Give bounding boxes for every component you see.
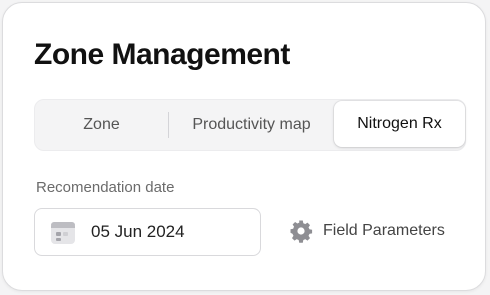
page-title: Zone Management: [34, 38, 290, 71]
tab-productivity-map[interactable]: Productivity map: [169, 100, 334, 150]
calendar-icon: [51, 222, 75, 244]
zone-management-card: Zone Management Zone Productivity map Ni…: [2, 2, 486, 291]
segmented-tabs: Zone Productivity map Nitrogen Rx: [34, 99, 466, 151]
tab-nitrogen-rx[interactable]: Nitrogen Rx: [334, 101, 465, 147]
tab-zone[interactable]: Zone: [35, 100, 168, 150]
date-picker-field[interactable]: 05 Jun 2024: [34, 208, 261, 256]
field-parameters-button[interactable]: Field Parameters: [289, 219, 445, 243]
gear-icon: [290, 220, 313, 243]
recommendation-date-label: Recomendation date: [36, 179, 175, 196]
date-value: 05 Jun 2024: [91, 222, 185, 241]
field-parameters-label: Field Parameters: [323, 222, 445, 239]
